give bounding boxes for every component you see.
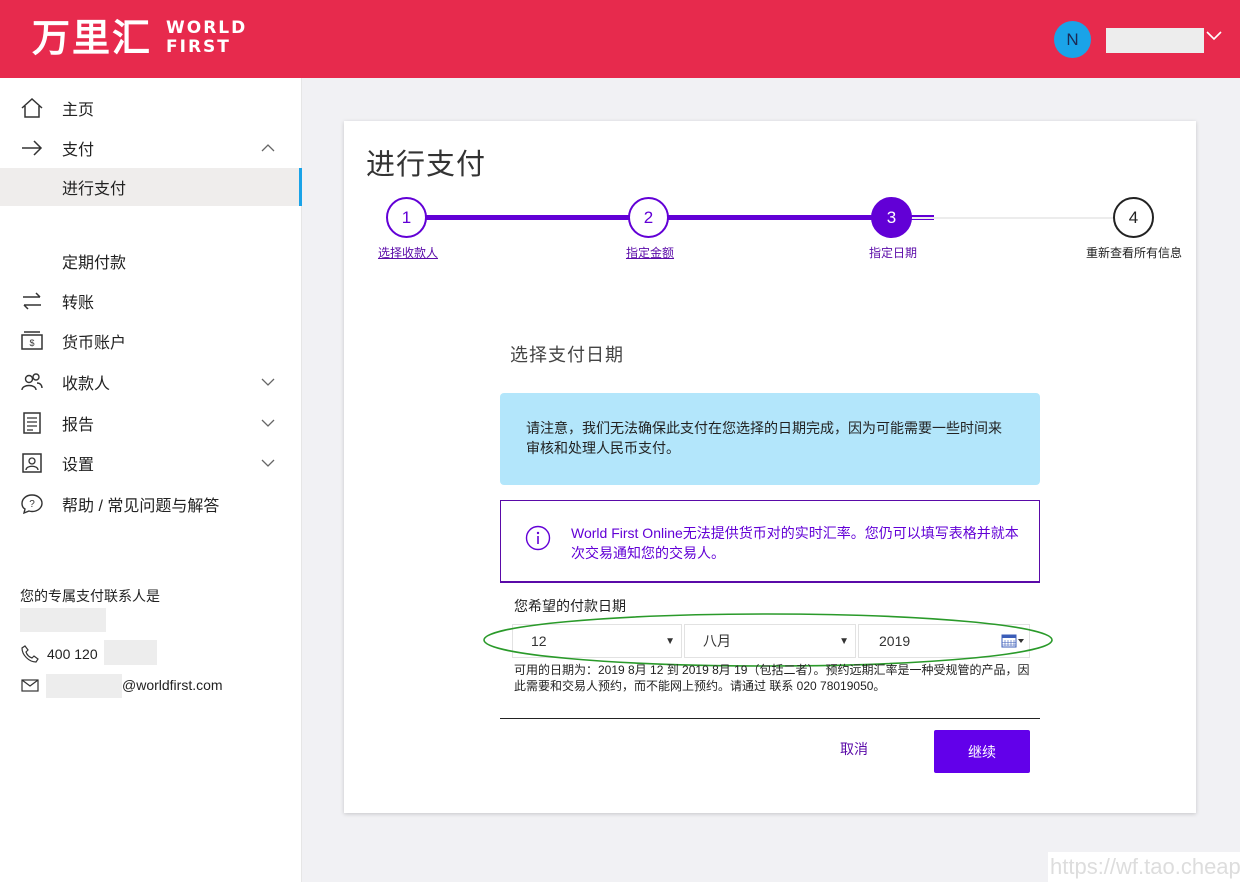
page-title: 进行支付 <box>366 149 487 181</box>
arrow-right-icon <box>20 136 44 160</box>
step-4-label: 重新查看所有信息 <box>1085 246 1182 260</box>
section-title: 选择支付日期 <box>510 345 624 365</box>
report-icon <box>20 411 44 435</box>
worldfirst-logo[interactable]: 万里汇 WORLD FIRST <box>32 16 247 60</box>
contact-name-redacted <box>20 608 106 632</box>
processing-notice: 请注意，我们无法确保此支付在您选择的日期完成，因为可能需要一些时间来审核和处理人… <box>500 393 1040 485</box>
sidebar-item-label: 转账 <box>62 295 95 312</box>
chevron-down-icon[interactable] <box>260 418 276 428</box>
watermark-text: https://wf.tao.cheap <box>1048 852 1240 882</box>
sidebar-item-label: 货币账户 <box>62 335 127 352</box>
wallet-icon: $ <box>20 329 44 353</box>
highlight-ellipse <box>483 613 1053 667</box>
email-icon <box>21 679 39 692</box>
contact-phone[interactable]: 400 120 <box>20 644 98 664</box>
chevron-up-icon[interactable] <box>260 143 276 153</box>
sidebar-item-label: 收款人 <box>62 376 111 393</box>
stepper-remaining-line <box>910 217 1134 219</box>
help-icon: ? <box>20 492 44 516</box>
step-3-label: 指定日期 <box>868 246 917 260</box>
settings-icon <box>20 451 44 475</box>
chevron-down-icon[interactable] <box>1206 30 1222 42</box>
sidebar-nav: 主页 支付 进行支付 定期付款 转账 $ 货币账户 收款人 报告 设置 ? 帮助… <box>0 78 302 882</box>
form-divider <box>500 718 1040 719</box>
step-4-circle: 4 <box>1113 197 1154 238</box>
step-1-label-link[interactable]: 选择收款人 <box>356 245 460 261</box>
user-avatar[interactable]: N <box>1054 21 1091 58</box>
step-3-circle: 3 <box>871 197 912 238</box>
sidebar-item-payments[interactable]: 支付 <box>0 130 302 166</box>
contact-title: 您的专属支付联系人是 <box>20 588 160 604</box>
phone-number-redacted <box>104 640 157 665</box>
sidebar-item-settings[interactable]: 设置 <box>0 445 302 481</box>
payment-card: 进行支付 1 2 3 4 选择收款人 指定金额 指定日期 重新查看所有信息 选择… <box>344 121 1196 813</box>
sidebar-item-help[interactable]: ? 帮助 / 常见问题与解答 <box>0 486 302 522</box>
sidebar-item-label: 主页 <box>62 102 95 119</box>
available-dates-hint: 可用的日期为：2019 8月 12 到 2019 8月 19（包括二者）。预约远… <box>514 663 1030 693</box>
phone-icon <box>21 645 39 663</box>
logo-word-world: WORLD <box>166 18 248 38</box>
user-name-redacted[interactable] <box>1106 28 1204 53</box>
sidebar-item-recipients[interactable]: 收款人 <box>0 364 302 400</box>
logo-word-first: FIRST <box>166 37 231 57</box>
home-icon <box>20 96 44 120</box>
sidebar-item-label: 设置 <box>62 457 95 474</box>
sidebar-item-label: 支付 <box>62 142 95 159</box>
info-icon <box>525 525 551 551</box>
sidebar-item-home[interactable]: 主页 <box>0 90 302 126</box>
sidebar-item-recurring-payments[interactable]: 定期付款 <box>0 243 302 279</box>
sidebar-item-label: 定期付款 <box>62 255 127 272</box>
svg-text:$: $ <box>29 338 34 348</box>
rate-unavailable-notice: World First Online无法提供货币对的实时汇率。您仍可以填写表格并… <box>500 500 1040 583</box>
stepper-progress-line <box>406 215 934 220</box>
sidebar-item-label: 报告 <box>62 417 95 434</box>
step-2-circle[interactable]: 2 <box>628 197 669 238</box>
continue-button[interactable]: 继续 <box>934 730 1030 773</box>
step-2-label-link[interactable]: 指定金额 <box>598 245 702 261</box>
rate-notice-text: World First Online无法提供货币对的实时汇率。您仍可以填写表格并… <box>571 525 1019 561</box>
chevron-down-icon[interactable] <box>260 458 276 468</box>
sidebar-item-transfer[interactable]: 转账 <box>0 283 302 319</box>
email-user-redacted <box>46 674 122 698</box>
phone-number-prefix: 400 120 <box>47 646 98 662</box>
svg-text:?: ? <box>29 499 35 510</box>
sidebar-item-currency-accounts[interactable]: $ 货币账户 <box>0 323 302 359</box>
sidebar-item-reports[interactable]: 报告 <box>0 405 302 441</box>
transfer-icon <box>20 289 44 313</box>
sidebar-item-label: 帮助 / 常见问题与解答 <box>62 498 220 515</box>
email-suffix: @worldfirst.com <box>122 677 223 693</box>
recipients-icon <box>20 370 44 394</box>
sidebar-item-label: 进行支付 <box>62 181 127 198</box>
step-1-circle[interactable]: 1 <box>386 197 427 238</box>
logo-chinese-text: 万里汇 <box>32 16 153 60</box>
chevron-down-icon[interactable] <box>260 377 276 387</box>
sidebar-item-make-payment[interactable]: 进行支付 <box>0 168 302 206</box>
cancel-button[interactable]: 取消 <box>840 739 868 759</box>
top-header: 万里汇 WORLD FIRST N <box>0 0 1240 78</box>
logo-english-text: WORLD FIRST <box>166 19 247 57</box>
